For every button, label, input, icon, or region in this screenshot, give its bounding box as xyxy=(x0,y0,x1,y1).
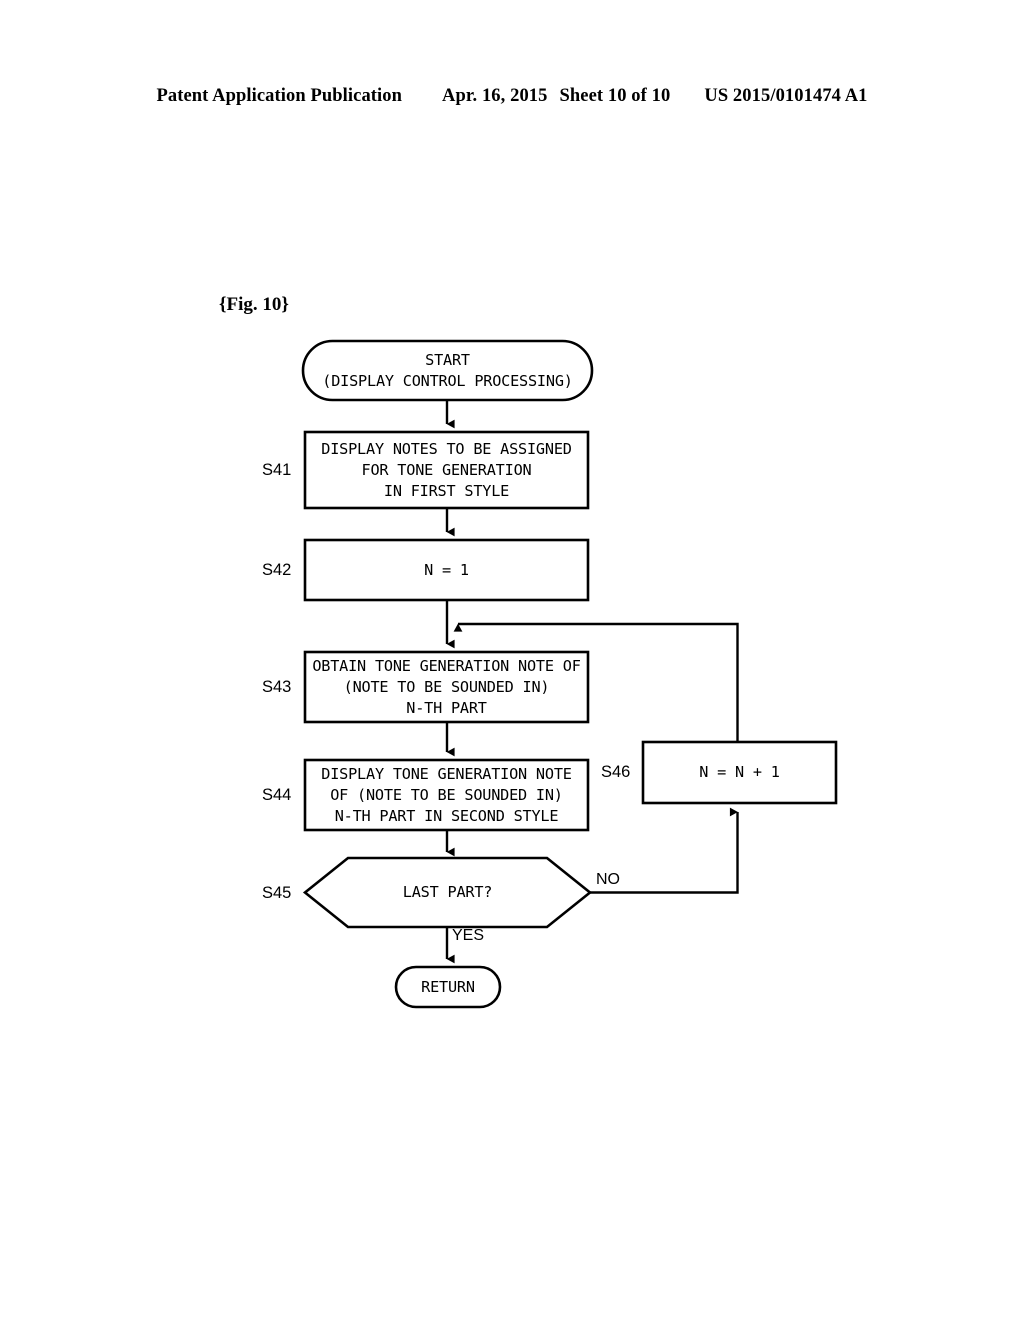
step-label-s45: S45 xyxy=(262,884,292,902)
node-s41-line3: IN FIRST STYLE xyxy=(383,481,510,500)
node-s43-label: OBTAIN TONE GENERATION NOTE OF (NOTE TO … xyxy=(305,652,588,722)
node-s44-line3: N-TH PART IN SECOND STYLE xyxy=(334,806,559,825)
node-s42-label: N = 1 xyxy=(305,540,588,600)
node-start-line2: (DISPLAY CONTROL PROCESSING) xyxy=(322,371,573,390)
node-return-label: RETURN xyxy=(396,967,500,1007)
node-s46-label: N = N + 1 xyxy=(643,742,836,803)
node-s45-label: LAST PART? xyxy=(305,858,590,927)
node-s45-line1: LAST PART? xyxy=(402,883,493,901)
node-start-label: START (DISPLAY CONTROL PROCESSING) xyxy=(303,341,592,400)
step-label-s41: S41 xyxy=(262,461,292,479)
node-s42-line1: N = 1 xyxy=(424,560,469,579)
node-s43-line2: (NOTE TO BE SOUNDED IN) xyxy=(343,677,550,696)
step-label-s43: S43 xyxy=(262,678,292,696)
node-s43-line3: N-TH PART xyxy=(406,698,487,717)
node-s44-line2: OF (NOTE TO BE SOUNDED IN) xyxy=(330,785,563,804)
node-s41-line2: FOR TONE GENERATION xyxy=(361,460,532,479)
node-s44-label: DISPLAY TONE GENERATION NOTE OF (NOTE TO… xyxy=(305,760,588,830)
node-s46-line1: N = N + 1 xyxy=(699,763,780,781)
step-label-s42: S42 xyxy=(262,561,292,579)
node-start-line1: START xyxy=(425,350,470,369)
step-label-s46: S46 xyxy=(601,763,631,781)
step-label-s44: S44 xyxy=(262,786,292,804)
node-s44-line1: DISPLAY TONE GENERATION NOTE xyxy=(321,764,572,783)
node-s41-line1: DISPLAY NOTES TO BE ASSIGNED xyxy=(321,439,572,458)
edge-label-yes: YES xyxy=(452,927,485,944)
edge-label-no: NO xyxy=(596,871,620,888)
node-s43-line1: OBTAIN TONE GENERATION NOTE OF xyxy=(312,656,581,675)
node-return-line1: RETURN xyxy=(421,977,475,996)
node-s41-label: DISPLAY NOTES TO BE ASSIGNED FOR TONE GE… xyxy=(305,432,588,508)
